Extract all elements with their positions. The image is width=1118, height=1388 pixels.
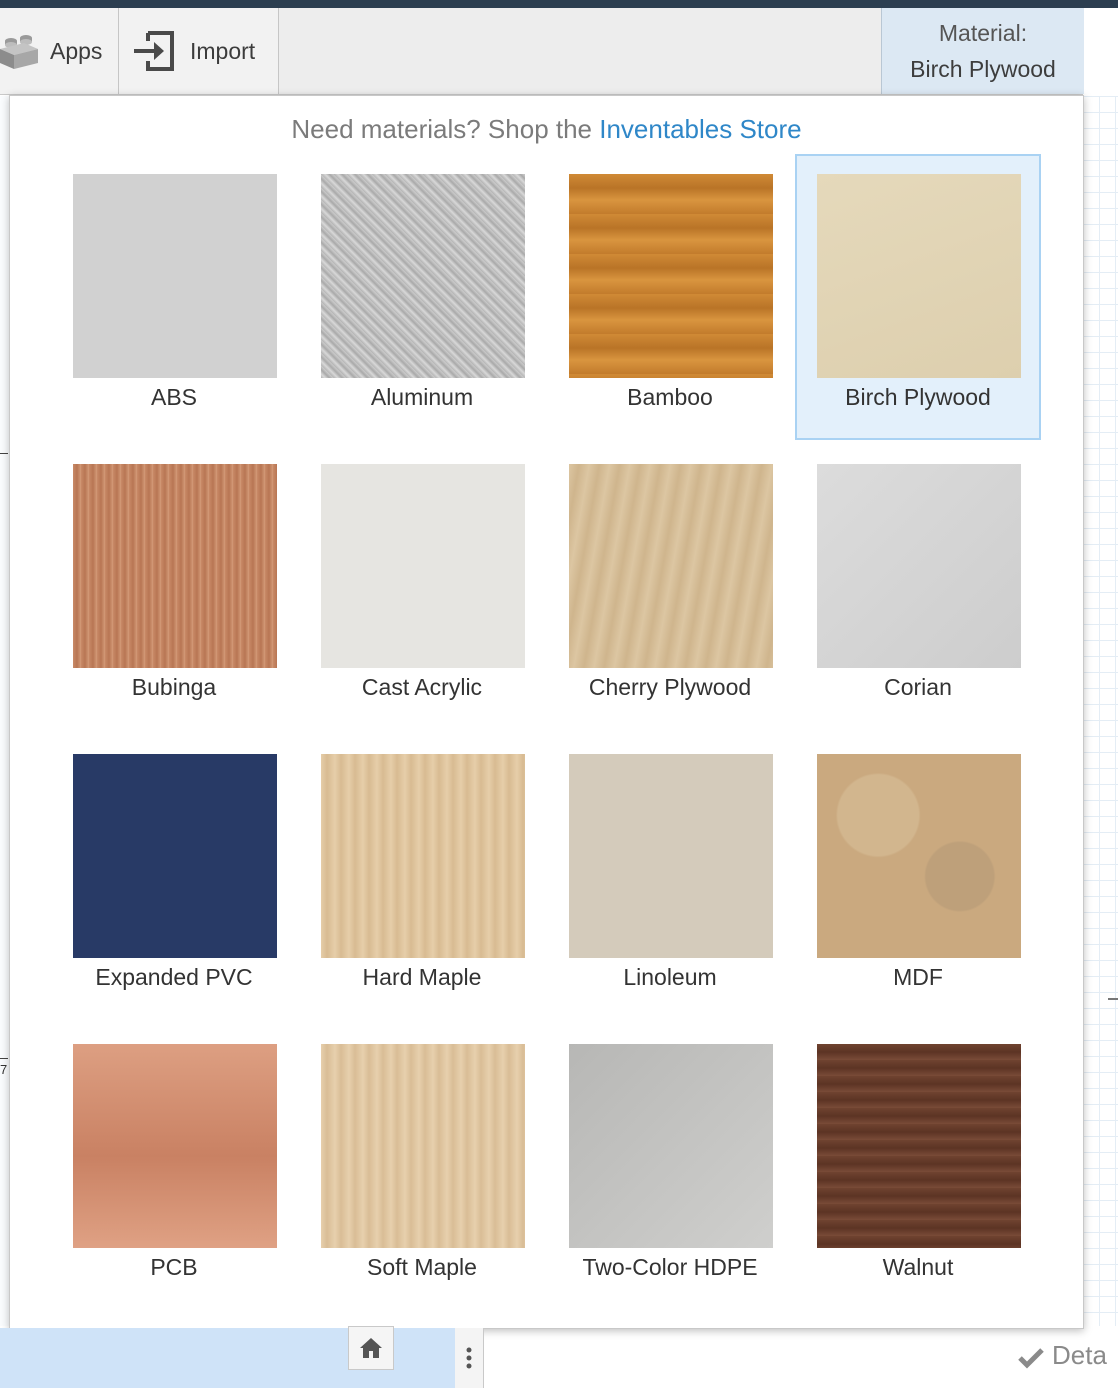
material-option-cast-acrylic[interactable]: Cast Acrylic [299,444,545,730]
material-swatch [817,174,1021,378]
canvas-marker [1108,998,1118,1000]
inventables-store-link[interactable]: Inventables Store [599,114,801,144]
top-toolbar: Apps Import Material: Birch Plywood [0,8,1084,95]
apps-button[interactable]: Apps [0,8,119,94]
material-option-abs[interactable]: ABS [51,154,297,440]
apps-label: Apps [50,37,103,64]
material-label: Soft Maple [367,1254,477,1280]
checkmark-icon [1018,1345,1044,1369]
material-swatch [569,174,773,378]
material-label: Aluminum [370,384,474,410]
material-swatch [321,1044,525,1248]
material-swatch [569,1044,773,1248]
material-label: Two-Color HDPE [582,1254,758,1280]
home-button[interactable] [348,1326,394,1370]
material-value: Birch Plywood [910,56,1056,82]
material-label: Corian [884,674,952,700]
more-options-button[interactable] [455,1328,484,1388]
import-button[interactable]: Import [119,8,279,94]
material-label: MDF [893,964,943,990]
material-option-two-color-hdpe[interactable]: Two-Color HDPE [547,1024,793,1310]
material-label: ABS [150,384,198,410]
material-swatch [321,464,525,668]
material-label: PCB [150,1254,198,1280]
material-label: Bubinga [131,674,217,700]
material-swatch [817,754,1021,958]
material-swatch [817,1044,1021,1248]
material-option-birch-plywood[interactable]: Birch Plywood [795,154,1041,440]
material-label: Hard Maple [362,964,482,990]
import-label: Import [190,37,256,64]
material-swatch [569,754,773,958]
lego-brick-icon [0,31,40,71]
material-swatch [73,1044,277,1248]
import-icon [132,29,176,73]
window-top-bar [0,0,1118,8]
ruler-tick [0,1058,8,1059]
material-label: Walnut [882,1254,954,1280]
material-option-mdf[interactable]: MDF [795,734,1041,1020]
material-option-corian[interactable]: Corian [795,444,1041,730]
canvas-grid [1083,96,1118,1326]
material-swatch [73,174,277,378]
material-swatch [569,464,773,668]
vertical-dots-icon [466,1346,472,1370]
material-option-pcb[interactable]: PCB [51,1024,297,1310]
material-option-walnut[interactable]: Walnut [795,1024,1041,1310]
material-label: Linoleum [623,964,717,990]
material-label: Expanded PVC [95,964,253,990]
material-caption: Material: [938,20,1028,46]
material-option-cherry-plywood[interactable]: Cherry Plywood [547,444,793,730]
material-label: Cherry Plywood [588,674,752,700]
material-label: Cast Acrylic [361,674,483,700]
material-label: Birch Plywood [845,384,991,410]
material-swatch [321,754,525,958]
material-swatch [73,464,277,668]
material-option-expanded-pvc[interactable]: Expanded PVC [51,734,297,1020]
material-option-soft-maple[interactable]: Soft Maple [299,1024,545,1310]
material-option-linoleum[interactable]: Linoleum [547,734,793,1020]
material-option-bamboo[interactable]: Bamboo [547,154,793,440]
material-option-bubinga[interactable]: Bubinga [51,444,297,730]
material-option-aluminum[interactable]: Aluminum [299,154,545,440]
details-toggle[interactable]: Deta [1018,1340,1107,1371]
home-icon [359,1337,383,1359]
promo-text: Need materials? Shop the [291,114,600,144]
material-label: Bamboo [627,384,713,410]
material-picker-popup: Need materials? Shop the Inventables Sto… [9,95,1084,1329]
details-label: Deta [1052,1340,1107,1370]
material-swatch [73,754,277,958]
material-selector-button[interactable]: Material: Birch Plywood [881,8,1084,94]
material-swatch [817,464,1021,668]
promo-banner: Need materials? Shop the Inventables Sto… [10,114,1083,145]
ruler-number: 7 [0,1062,8,1077]
material-swatch [321,174,525,378]
ruler-tick [0,453,8,454]
material-option-hard-maple[interactable]: Hard Maple [299,734,545,1020]
